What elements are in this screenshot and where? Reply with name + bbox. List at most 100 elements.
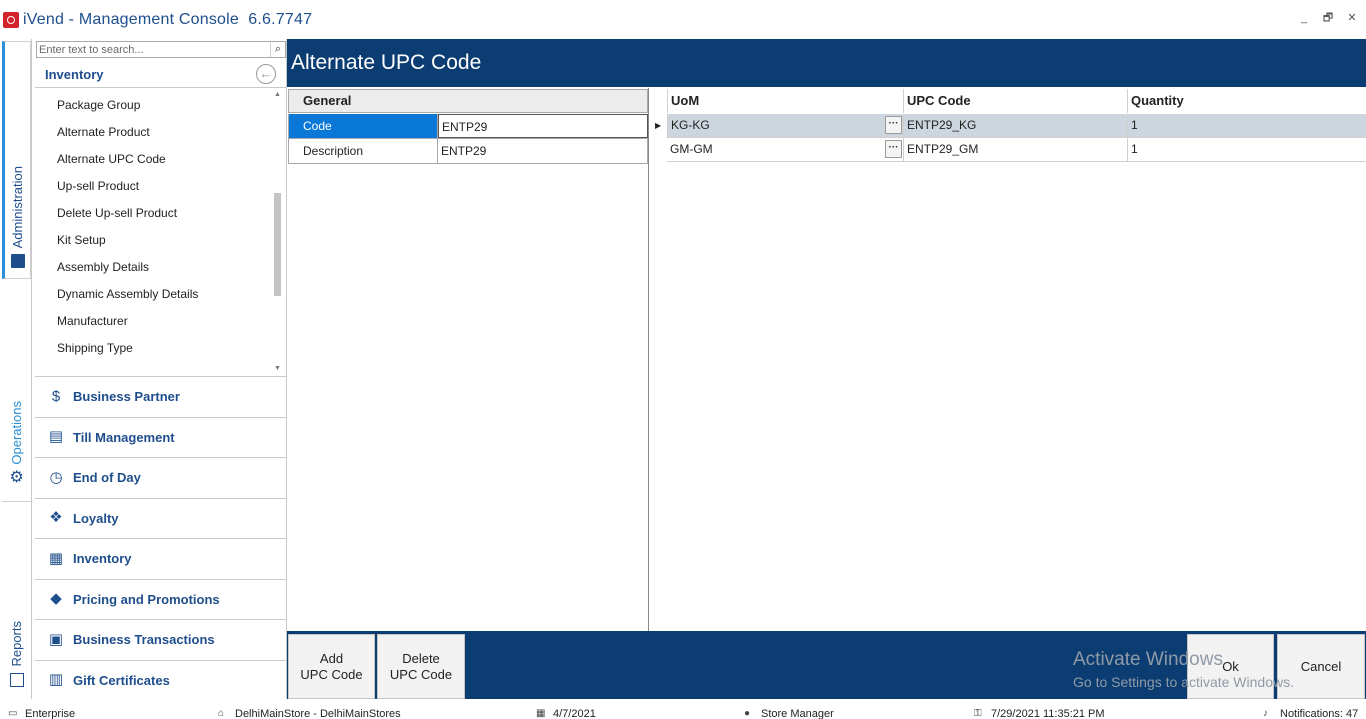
page-header: Alternate UPC Code — [287, 39, 1366, 87]
nav-subitem-list: Package Group Alternate Product Alternat… — [35, 89, 286, 376]
admin-icon — [10, 254, 25, 268]
row-indicator-icon: ▶ — [655, 121, 662, 130]
nav-item-assembly-details[interactable]: Assembly Details — [57, 260, 149, 274]
nav-item-dynamic-assembly-details[interactable]: Dynamic Assembly Details — [57, 287, 198, 301]
close-icon[interactable]: ✕ — [1346, 12, 1358, 24]
property-row-description[interactable]: Description ENTP29 — [288, 139, 648, 164]
cancel-button[interactable]: Cancel — [1277, 634, 1365, 699]
delete-upc-code-button[interactable]: Delete UPC Code — [377, 634, 465, 699]
back-arrow-icon[interactable]: ← — [256, 64, 276, 84]
module-pricing-and-promotions[interactable]: ◆ Pricing and Promotions — [35, 578, 286, 620]
quantity-cell[interactable]: 1 — [1127, 114, 1366, 137]
warehouse-icon: ▦ — [48, 549, 64, 567]
date-text: 4/7/2021 — [553, 708, 596, 719]
module-business-transactions[interactable]: ▣ Business Transactions — [35, 619, 286, 660]
property-grid: General Code ENTP29 Description ENTP29 — [287, 88, 649, 631]
add-upc-code-button[interactable]: Add UPC Code — [288, 634, 375, 699]
uom-cell[interactable]: GM-GM ··· — [667, 138, 903, 161]
property-category-general[interactable]: General — [288, 89, 648, 113]
table-row[interactable]: ▶ KG-KG ··· ENTP29_KG 1 — [655, 114, 1366, 138]
tab-reports[interactable]: Reports — [2, 501, 31, 697]
nav-item-package-group[interactable]: Package Group — [57, 98, 140, 112]
role-text: Store Manager — [761, 708, 834, 719]
column-header-quantity[interactable]: Quantity — [1127, 89, 1366, 113]
column-header-upc-code[interactable]: UPC Code — [903, 89, 1127, 113]
store-text: DelhiMainStore - DelhiMainStores — [235, 708, 401, 719]
window-title: iVend - Management Console 6.6.7747 — [23, 11, 312, 29]
status-date: ▦ 4/7/2021 — [536, 708, 596, 719]
search-icon[interactable]: ⌕ — [270, 42, 285, 57]
module-business-partner[interactable]: $ Business Partner — [35, 376, 286, 417]
add-button-label-1: Add — [319, 650, 344, 666]
minimize-icon[interactable]: _ — [1298, 12, 1310, 24]
upc-grid: UoM UPC Code Quantity ▶ KG-KG ··· ENTP29… — [650, 88, 1366, 631]
status-store: ⌂ DelhiMainStore - DelhiMainStores — [218, 708, 401, 719]
upc-cell[interactable]: ENTP29_GM — [903, 138, 1127, 161]
scroll-down-icon[interactable]: ▼ — [274, 365, 281, 372]
property-name: Description — [288, 139, 438, 163]
status-bar: ▭ Enterprise ⌂ DelhiMainStore - DelhiMai… — [0, 704, 1366, 719]
scroll-up-icon[interactable]: ▲ — [274, 91, 281, 98]
status-notifications[interactable]: ♪ Notifications: 47 — [1263, 708, 1358, 719]
module-gift-certificates[interactable]: ▥ Gift Certificates — [35, 659, 286, 701]
status-role: ● Store Manager — [744, 708, 834, 719]
nav-section-header: Inventory ← — [35, 61, 286, 88]
uom-value: GM-GM — [670, 142, 713, 156]
vertical-tab-strip: Administration Operations ⚙ Reports — [0, 39, 32, 699]
ellipsis-button[interactable]: ··· — [885, 116, 902, 134]
tab-operations-label: Operations — [9, 401, 24, 465]
module-label: Business Partner — [73, 389, 180, 405]
delete-button-label-1: Delete — [402, 650, 440, 666]
module-label: Gift Certificates — [73, 672, 170, 688]
status-edition: ▭ Enterprise — [8, 708, 75, 719]
nav-item-manufacturer[interactable]: Manufacturer — [57, 314, 128, 328]
add-button-label-2: UPC Code — [300, 666, 363, 682]
reports-icon — [9, 673, 24, 687]
user-icon: ● — [744, 708, 751, 719]
search-input[interactable] — [37, 42, 270, 57]
module-end-of-day[interactable]: ◷ End of Day — [35, 457, 286, 498]
module-label: End of Day — [73, 470, 141, 486]
quantity-cell[interactable]: 1 — [1127, 138, 1366, 161]
uom-value: KG-KG — [671, 118, 710, 132]
scroll-thumb[interactable] — [274, 193, 281, 296]
gift-icon: ❖ — [49, 509, 63, 527]
nav-item-up-sell-product[interactable]: Up-sell Product — [57, 179, 139, 193]
transactions-icon: ▣ — [48, 630, 64, 648]
nav-item-delete-up-sell-product[interactable]: Delete Up-sell Product — [57, 206, 177, 220]
nav-item-kit-setup[interactable]: Kit Setup — [57, 233, 106, 247]
ok-button[interactable]: Ok — [1187, 634, 1274, 699]
clock-icon: ◷ — [49, 468, 63, 486]
nav-section-title: Inventory — [45, 66, 104, 82]
upc-cell[interactable]: ENTP29_KG — [903, 114, 1127, 137]
nav-item-shipping-type[interactable]: Shipping Type — [57, 341, 133, 355]
restore-icon[interactable]: 🗗 — [1322, 12, 1334, 24]
uom-cell[interactable]: KG-KG ··· — [667, 114, 903, 137]
module-till-management[interactable]: ▤ Till Management — [35, 416, 286, 458]
grid-header: UoM UPC Code Quantity — [667, 89, 1366, 113]
table-row[interactable]: GM-GM ··· ENTP29_GM 1 — [667, 138, 1366, 162]
property-name: Code — [288, 114, 438, 138]
calendar-icon: ▦ — [536, 708, 546, 719]
nav-scrollbar[interactable]: ▲ ▼ — [272, 89, 283, 374]
nav-search: ⌕ — [36, 41, 286, 58]
app-version: 6.6.7747 — [248, 10, 313, 28]
edition-text: Enterprise — [25, 708, 76, 719]
tab-operations[interactable]: Operations ⚙ — [2, 289, 31, 495]
business-partner-icon: $ — [51, 387, 61, 405]
property-row-code[interactable]: Code ENTP29 — [288, 114, 648, 139]
code-field[interactable]: ENTP29 — [438, 114, 648, 138]
tab-administration[interactable]: Administration — [2, 41, 31, 279]
certificate-icon: ▥ — [48, 671, 64, 689]
module-loyalty[interactable]: ❖ Loyalty — [35, 497, 286, 539]
nav-item-alternate-product[interactable]: Alternate Product — [57, 125, 150, 139]
ellipsis-button[interactable]: ··· — [885, 140, 902, 158]
column-header-uom[interactable]: UoM — [667, 89, 903, 113]
store-icon: ⌂ — [218, 708, 225, 719]
nav-item-alternate-upc-code[interactable]: Alternate UPC Code — [57, 152, 166, 166]
tag-icon: ◆ — [50, 590, 62, 608]
module-inventory[interactable]: ▦ Inventory — [35, 538, 286, 579]
edition-icon: ▭ — [8, 708, 18, 719]
module-label: Pricing and Promotions — [73, 591, 220, 607]
description-field[interactable]: ENTP29 — [438, 139, 648, 163]
